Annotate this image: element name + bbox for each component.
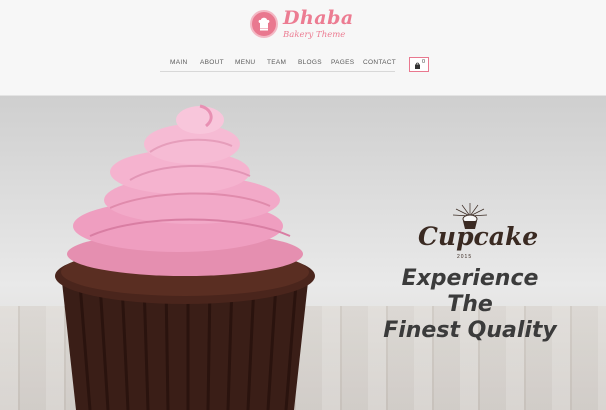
nav-item-main[interactable]: MAIN	[170, 59, 187, 66]
logo-tagline: Bakery Theme	[283, 30, 346, 40]
logo-name: Dhaba	[283, 7, 354, 29]
site-logo[interactable]: Dhaba Bakery Theme	[250, 7, 353, 41]
hero-headline-line1: Experience The	[401, 266, 539, 317]
nav-item-menu[interactable]: MENU	[235, 59, 255, 66]
hero-year: 2015	[457, 254, 473, 260]
main-nav: MAIN ABOUT MENU TEAM BLOGS PAGES CONTACT	[160, 55, 396, 72]
hero-headline: Experience The Finest Quality	[380, 266, 560, 344]
shopping-bag-icon	[415, 62, 420, 69]
hero-brand: Cupcake	[418, 222, 539, 251]
cupcake-image	[55, 104, 315, 410]
nav-item-team[interactable]: TEAM	[267, 59, 286, 66]
nav-item-blogs[interactable]: BLOGS	[298, 59, 322, 66]
cart-button[interactable]: 0	[409, 57, 429, 72]
chef-hat-icon	[250, 10, 278, 38]
cart-count: 0	[422, 59, 426, 65]
nav-item-about[interactable]: ABOUT	[200, 59, 224, 66]
nav-item-contact[interactable]: CONTACT	[363, 59, 396, 66]
hero-headline-line2: Finest Quality	[383, 318, 557, 343]
nav-item-pages[interactable]: PAGES	[331, 59, 354, 66]
site-header: Dhaba Bakery Theme MAIN ABOUT MENU TEAM …	[0, 0, 606, 96]
page: Dhaba Bakery Theme MAIN ABOUT MENU TEAM …	[0, 0, 606, 410]
hero-slider: Cupcake 2015 Experience The Finest Quali…	[0, 96, 606, 410]
